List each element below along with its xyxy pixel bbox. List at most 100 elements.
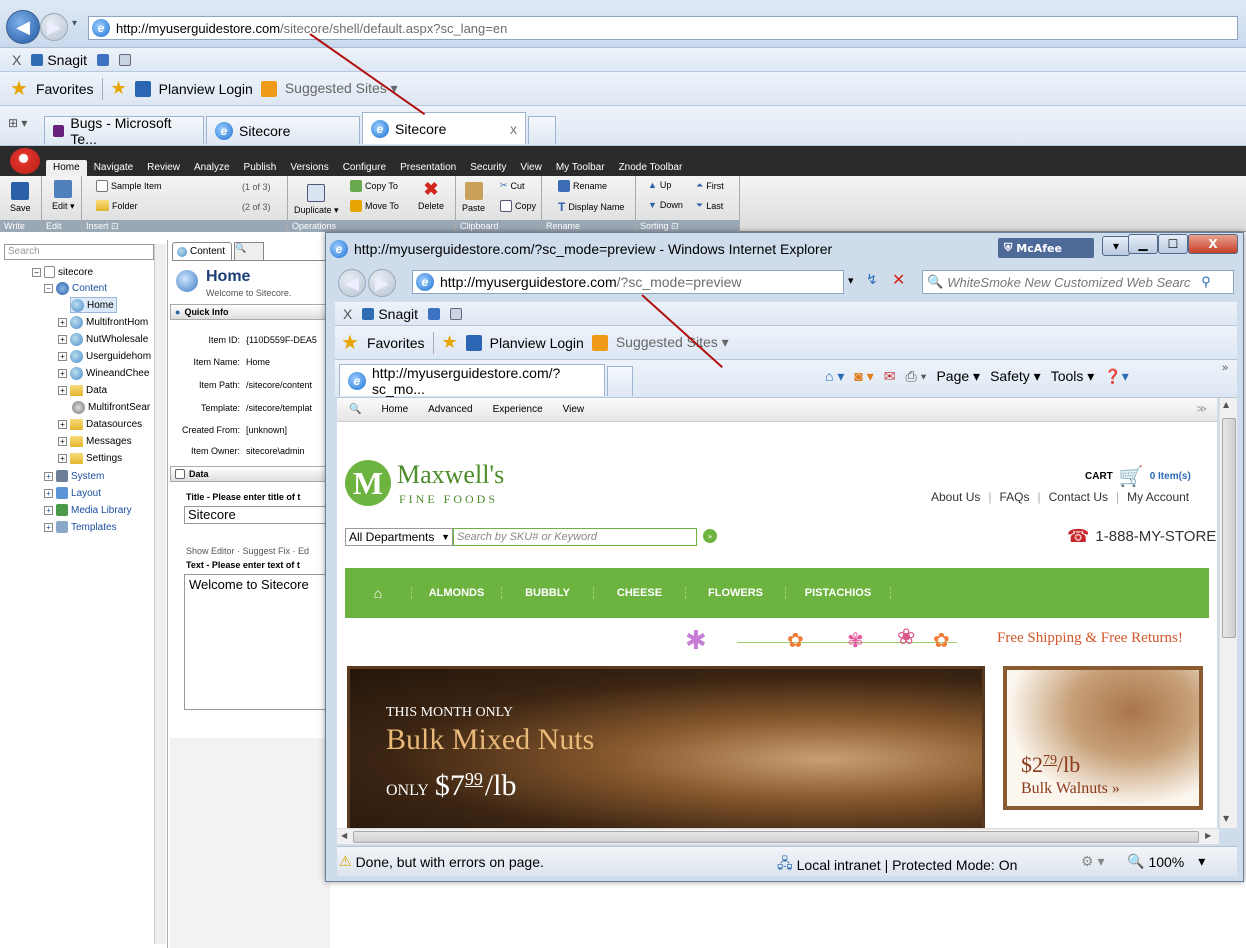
- close-toolbar-button[interactable]: X: [343, 306, 352, 322]
- snagit-button[interactable]: Snagit: [362, 306, 418, 322]
- tree-node-multifrontsearch[interactable]: MultifrontSear: [72, 399, 150, 415]
- title-field-input[interactable]: Sitecore: [184, 506, 330, 524]
- about-us-link[interactable]: About Us: [931, 490, 980, 504]
- nav-home-icon[interactable]: ⌂: [345, 585, 411, 601]
- search-go-icon[interactable]: »: [703, 529, 717, 543]
- search-icon[interactable]: ⚲: [1201, 274, 1211, 290]
- dropdown-button[interactable]: ▾: [1102, 236, 1130, 256]
- preview-address-bar[interactable]: e http://myuserguidestore.com/?sc_mode=p…: [412, 270, 844, 294]
- sort-last-button[interactable]: ⏷ Last: [696, 200, 723, 211]
- tree-node-home[interactable]: Home: [70, 297, 117, 313]
- nav-pistachios[interactable]: PISTACHIOS: [785, 587, 891, 599]
- print-icon[interactable]: ⎙ ▾: [905, 368, 926, 385]
- tab-review[interactable]: Review: [140, 160, 187, 176]
- expand-icon[interactable]: +: [44, 488, 53, 498]
- chevron-more-icon[interactable]: »: [1222, 362, 1228, 374]
- cut-button[interactable]: ✂ Cut: [500, 180, 525, 191]
- snagit-capture-icon[interactable]: [97, 53, 110, 66]
- feeds-icon[interactable]: ◙ ▾: [854, 368, 873, 385]
- duplicate-button[interactable]: Duplicate ▾: [294, 184, 339, 216]
- close-toolbar-button[interactable]: X: [12, 52, 21, 68]
- planview-login-link[interactable]: Planview Login: [490, 335, 584, 351]
- nav-bubbly[interactable]: BUBBLY: [501, 587, 593, 599]
- help-icon[interactable]: ❓▾: [1104, 368, 1128, 385]
- webedit-experience[interactable]: Experience: [493, 404, 543, 415]
- insert-folder[interactable]: Folder: [96, 200, 138, 211]
- tab-znode-toolbar[interactable]: Znode Toolbar: [612, 160, 690, 176]
- favorites-button[interactable]: Favorites: [367, 335, 425, 351]
- tab-presentation[interactable]: Presentation: [393, 160, 463, 176]
- collapse-icon[interactable]: −: [44, 283, 53, 293]
- faqs-link[interactable]: FAQs: [999, 490, 1029, 504]
- expand-icon[interactable]: +: [58, 436, 67, 446]
- tree-node-multifronthome[interactable]: + MultifrontHom: [58, 314, 148, 330]
- nav-almonds[interactable]: ALMONDS: [411, 587, 501, 599]
- expand-icon[interactable]: +: [58, 351, 67, 361]
- tree-node-data[interactable]: + Data: [58, 382, 107, 398]
- favorites-button[interactable]: Favorites: [36, 81, 94, 97]
- tree-node-messages[interactable]: + Messages: [58, 433, 132, 449]
- outer-tab-sitecore-active[interactable]: e Sitecore x: [362, 112, 526, 144]
- tree-node-content[interactable]: − Content: [44, 280, 107, 296]
- webedit-advanced[interactable]: Advanced: [428, 404, 472, 415]
- expand-icon[interactable]: +: [58, 317, 67, 327]
- site-search-input[interactable]: Search by SKU# or Keyword: [453, 528, 697, 546]
- expand-icon[interactable]: +: [58, 368, 67, 378]
- tab-publish[interactable]: Publish: [237, 160, 284, 176]
- page-status[interactable]: ⚠ Done, but with errors on page.: [339, 853, 544, 870]
- stop-icon[interactable]: ✕: [892, 270, 905, 289]
- tree-node-media-library[interactable]: + Media Library: [44, 502, 132, 518]
- text-field-editor[interactable]: Welcome to Sitecore: [184, 574, 330, 710]
- back-icon[interactable]: ◀: [338, 269, 366, 297]
- tree-node-userguidehome[interactable]: + Userguidehom: [58, 348, 151, 364]
- expand-icon[interactable]: +: [44, 471, 53, 481]
- tools-menu[interactable]: Tools ▾: [1051, 368, 1095, 385]
- editor-links[interactable]: Show Editor · Suggest Fix · Ed: [186, 546, 309, 556]
- nav-flowers[interactable]: FLOWERS: [685, 587, 785, 599]
- cart-widget[interactable]: CART 🛒 0 Item(s): [1085, 464, 1191, 489]
- webedit-view[interactable]: View: [563, 404, 585, 415]
- mcafee-button[interactable]: ⛨ McAfee: [998, 238, 1094, 258]
- snagit-editor-icon[interactable]: [119, 53, 132, 66]
- outer-tab-sitecore-1[interactable]: e Sitecore: [206, 116, 360, 144]
- home-icon[interactable]: ⌂ ▾: [825, 368, 844, 385]
- outer-address-bar[interactable]: e http://myuserguidestore.com/sitecore/s…: [88, 16, 1238, 40]
- zone-indicator[interactable]: 🖧 Local intranet | Protected Mode: On: [777, 853, 1017, 877]
- display-name-button[interactable]: T Display Name: [558, 200, 624, 214]
- planview-login-link[interactable]: Planview Login: [159, 81, 253, 97]
- quick-tabs-icon[interactable]: ⊞ ▾: [8, 116, 27, 130]
- brand-name[interactable]: Maxwell's: [397, 460, 504, 490]
- hscroll-thumb[interactable]: [353, 831, 1199, 843]
- scroll-down-icon[interactable]: ▼: [1223, 814, 1229, 823]
- promo-banner-mixed-nuts[interactable]: THIS MONTH ONLY Bulk Mixed Nuts ONLY $7 9…: [347, 666, 985, 828]
- tree-node-settings[interactable]: + Settings: [58, 450, 122, 466]
- protected-mode-icon[interactable]: ⚙ ▾: [1081, 853, 1104, 870]
- forward-icon[interactable]: ▶: [368, 269, 396, 297]
- close-window-button[interactable]: X: [1188, 234, 1238, 254]
- insert-sample-item[interactable]: Sample Item: [96, 180, 162, 192]
- tree-search-input[interactable]: Search: [4, 244, 154, 260]
- snagit-button[interactable]: Snagit: [31, 52, 87, 68]
- outer-tab-bugs[interactable]: Bugs - Microsoft Te...: [44, 115, 204, 147]
- close-tab-icon[interactable]: x: [510, 121, 517, 137]
- contact-us-link[interactable]: Contact Us: [1049, 490, 1108, 504]
- expand-icon[interactable]: +: [44, 505, 53, 515]
- preview-search-box[interactable]: 🔍 WhiteSmoke New Customized Web Searc ⚲: [922, 270, 1234, 294]
- tree-node-system[interactable]: + System: [44, 468, 104, 484]
- scroll-thumb[interactable]: [1222, 418, 1236, 638]
- webedit-search-icon[interactable]: 🔍: [349, 404, 361, 415]
- tree-node-sitecore[interactable]: − sitecore: [32, 264, 93, 280]
- expand-icon[interactable]: +: [58, 453, 67, 463]
- tab-versions[interactable]: Versions: [283, 160, 335, 176]
- webedit-collapse-icon[interactable]: ≫: [1197, 404, 1207, 415]
- tree-scrollbar[interactable]: [154, 244, 166, 944]
- maxwells-logo-icon[interactable]: M: [345, 460, 391, 506]
- tab-security[interactable]: Security: [463, 160, 513, 176]
- maximize-button[interactable]: ☐: [1158, 234, 1188, 254]
- tree-node-nutwholesale[interactable]: + NutWholesale: [58, 331, 148, 347]
- minimize-button[interactable]: ▁: [1128, 234, 1158, 254]
- sort-first-button[interactable]: ⏶ First: [696, 180, 724, 191]
- tree-node-wineandcheese[interactable]: + WineandChee: [58, 365, 149, 381]
- page-menu[interactable]: Page ▾: [936, 368, 980, 385]
- save-button[interactable]: Save: [10, 182, 31, 213]
